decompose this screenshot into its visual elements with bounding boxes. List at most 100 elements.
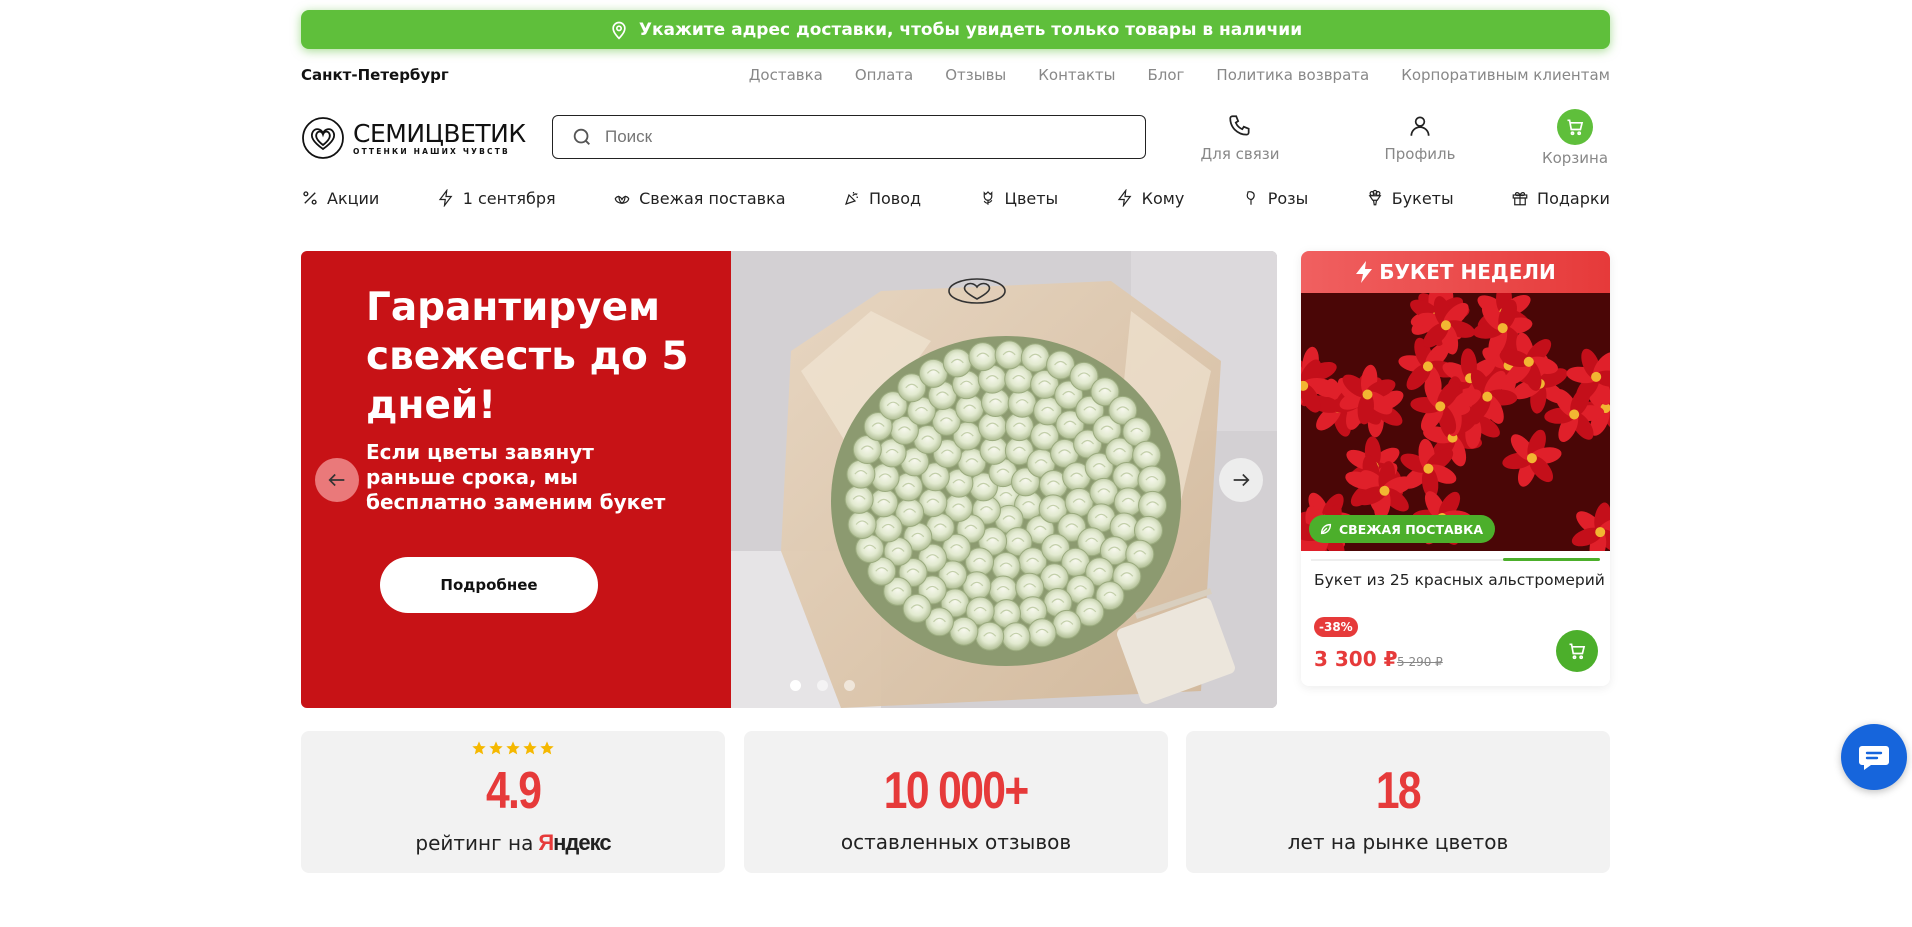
link-contacts[interactable]: Контакты [1038,66,1115,84]
rose-bloom [1132,440,1162,470]
rose-bloom [994,340,1024,370]
delivery-banner-text: Укажите адрес доставки, чтобы увидеть то… [638,19,1303,40]
red-alstroemeria-photo [1301,293,1610,551]
bouquet-icon [1368,189,1382,206]
slider-dot-2[interactable] [817,680,828,691]
arrow-right-icon [1233,473,1250,487]
location-pin-icon [612,21,626,39]
lotus-icon [614,195,630,204]
link-payment[interactable]: Оплата [855,66,913,84]
bouquet-of-week-title: БУКЕТ НЕДЕЛИ [1379,260,1556,284]
logo-tagline: ОТТЕНКИ НАШИХ ЧУВСТВ [353,146,510,156]
rose-bloom [1027,618,1057,648]
category-bouquets[interactable]: Букеты [1366,189,1454,208]
category-roses[interactable]: Розы [1242,189,1308,208]
search-input[interactable] [605,127,1105,147]
delivery-address-banner[interactable]: Укажите адрес доставки, чтобы увидеть то… [301,10,1610,49]
slider-dot-1[interactable] [790,680,801,691]
cart-icon [1569,643,1586,660]
chat-bubble-icon [1859,746,1889,770]
slider-prev-button[interactable] [315,458,359,502]
rose-bloom [1138,490,1168,520]
category-fresh-delivery[interactable]: Свежая поставка [613,188,786,208]
bouquet-of-week-header: БУКЕТ НЕДЕЛИ [1301,251,1610,293]
card-accent-line [1503,558,1600,561]
category-label: Букеты [1391,188,1454,208]
reviews-value: 10 000+ [884,762,1029,820]
rose-bloom [1137,465,1167,495]
logo-name: СЕМИЦВЕТИК [353,118,526,148]
rose-bloom [1112,461,1142,491]
link-reviews[interactable]: Отзывы [945,66,1006,84]
chat-button[interactable] [1841,724,1907,790]
contact-label: Для связи [1200,145,1280,163]
gift-icon [1512,192,1528,206]
category-sept-1[interactable]: 1 сентября [437,189,556,208]
stat-reviews: 10 000+ оставленных отзывов [744,731,1168,873]
link-blog[interactable]: Блог [1147,66,1184,84]
category-flowers[interactable]: Цветы [979,188,1059,208]
category-label: Подарки [1537,188,1610,208]
stat-rating: 4.9 рейтинг на Яндекс [301,731,725,873]
search-icon [573,128,590,145]
cart-icon [1567,119,1584,136]
user-icon [1410,116,1430,136]
rose-bloom [949,616,979,646]
slider-next-button[interactable] [1219,458,1263,502]
bouquet-name[interactable]: Букет из 25 красных альстромерий [1314,571,1605,589]
link-corporate[interactable]: Корпоративным клиентам [1401,66,1610,84]
fresh-delivery-badge: СВЕЖАЯ ПОСТАВКА [1309,515,1496,543]
cart-circle [1557,109,1593,145]
category-label: Акции [327,188,380,208]
logo[interactable]: СЕМИЦВЕТИК ОТТЕНКИ НАШИХ ЧУВСТВ [301,116,551,160]
rating-value: 4.9 [485,762,542,820]
category-label: Кому [1141,188,1185,208]
rose-bloom [1113,487,1143,517]
stat-years: 18 лет на рынке цветов [1186,731,1610,873]
arrow-left-icon [328,473,345,487]
hero-text-panel: Гарантируем свежесть до 5 дней! Если цве… [301,251,731,708]
rose-bloom [902,593,932,623]
old-price: 5 290 ₽ [1397,655,1443,669]
bouquet-of-week-card[interactable]: БУКЕТ НЕДЕЛИ СВЕЖАЯ ПОСТАВКА Букет из 25… [1301,251,1610,686]
category-gifts[interactable]: Подарки [1511,189,1610,208]
category-recipient[interactable]: Кому [1116,188,1185,208]
star-icon [523,741,537,755]
white-roses-bouquet-image [731,251,1277,708]
star-icon [472,741,486,755]
category-sales[interactable]: Акции [301,189,379,208]
rose-bloom [977,412,1007,442]
years-label: лет на рынке цветов [1287,830,1509,854]
category-label: Повод [868,188,922,208]
rating-stars [471,740,555,756]
header-actions: Для связи Профиль Корзина [1120,108,1610,168]
discount-badge: -38% [1314,617,1358,637]
tulip-icon [983,191,992,205]
hero-subtitle: Если цветы завянут раньше срока, мы бесп… [366,440,666,514]
link-delivery[interactable]: Доставка [749,66,823,84]
rose-bloom [1020,343,1050,373]
category-occasion[interactable]: Повод [843,189,921,208]
logo-hearts-icon [302,117,344,159]
category-label: Цветы [1004,188,1059,208]
star-icon [540,741,554,755]
category-nav: Акции 1 сентября Свежая поставка Повод Ц… [301,185,1610,211]
slider-dots [790,680,855,691]
profile-button[interactable]: Профиль [1360,108,1480,168]
lightning-icon [1117,189,1132,207]
category-label: Свежая поставка [639,188,786,208]
cart-button[interactable]: Корзина [1540,108,1610,168]
phone-icon [1229,115,1250,136]
rose-bloom [870,462,900,492]
link-return-policy[interactable]: Политика возврата [1216,66,1369,84]
rose-bloom [1052,609,1082,639]
rose-bloom [869,488,899,518]
slider-dot-3[interactable] [844,680,855,691]
city-selector[interactable]: Санкт-Петербург [301,66,449,84]
rose-bloom [846,459,876,489]
hero-more-button[interactable]: Подробнее [380,557,598,613]
contact-button[interactable]: Для связи [1180,108,1300,168]
search-box[interactable] [552,115,1146,159]
yandex-logo: Яндекс [538,830,611,855]
add-to-cart-button[interactable] [1556,630,1598,672]
